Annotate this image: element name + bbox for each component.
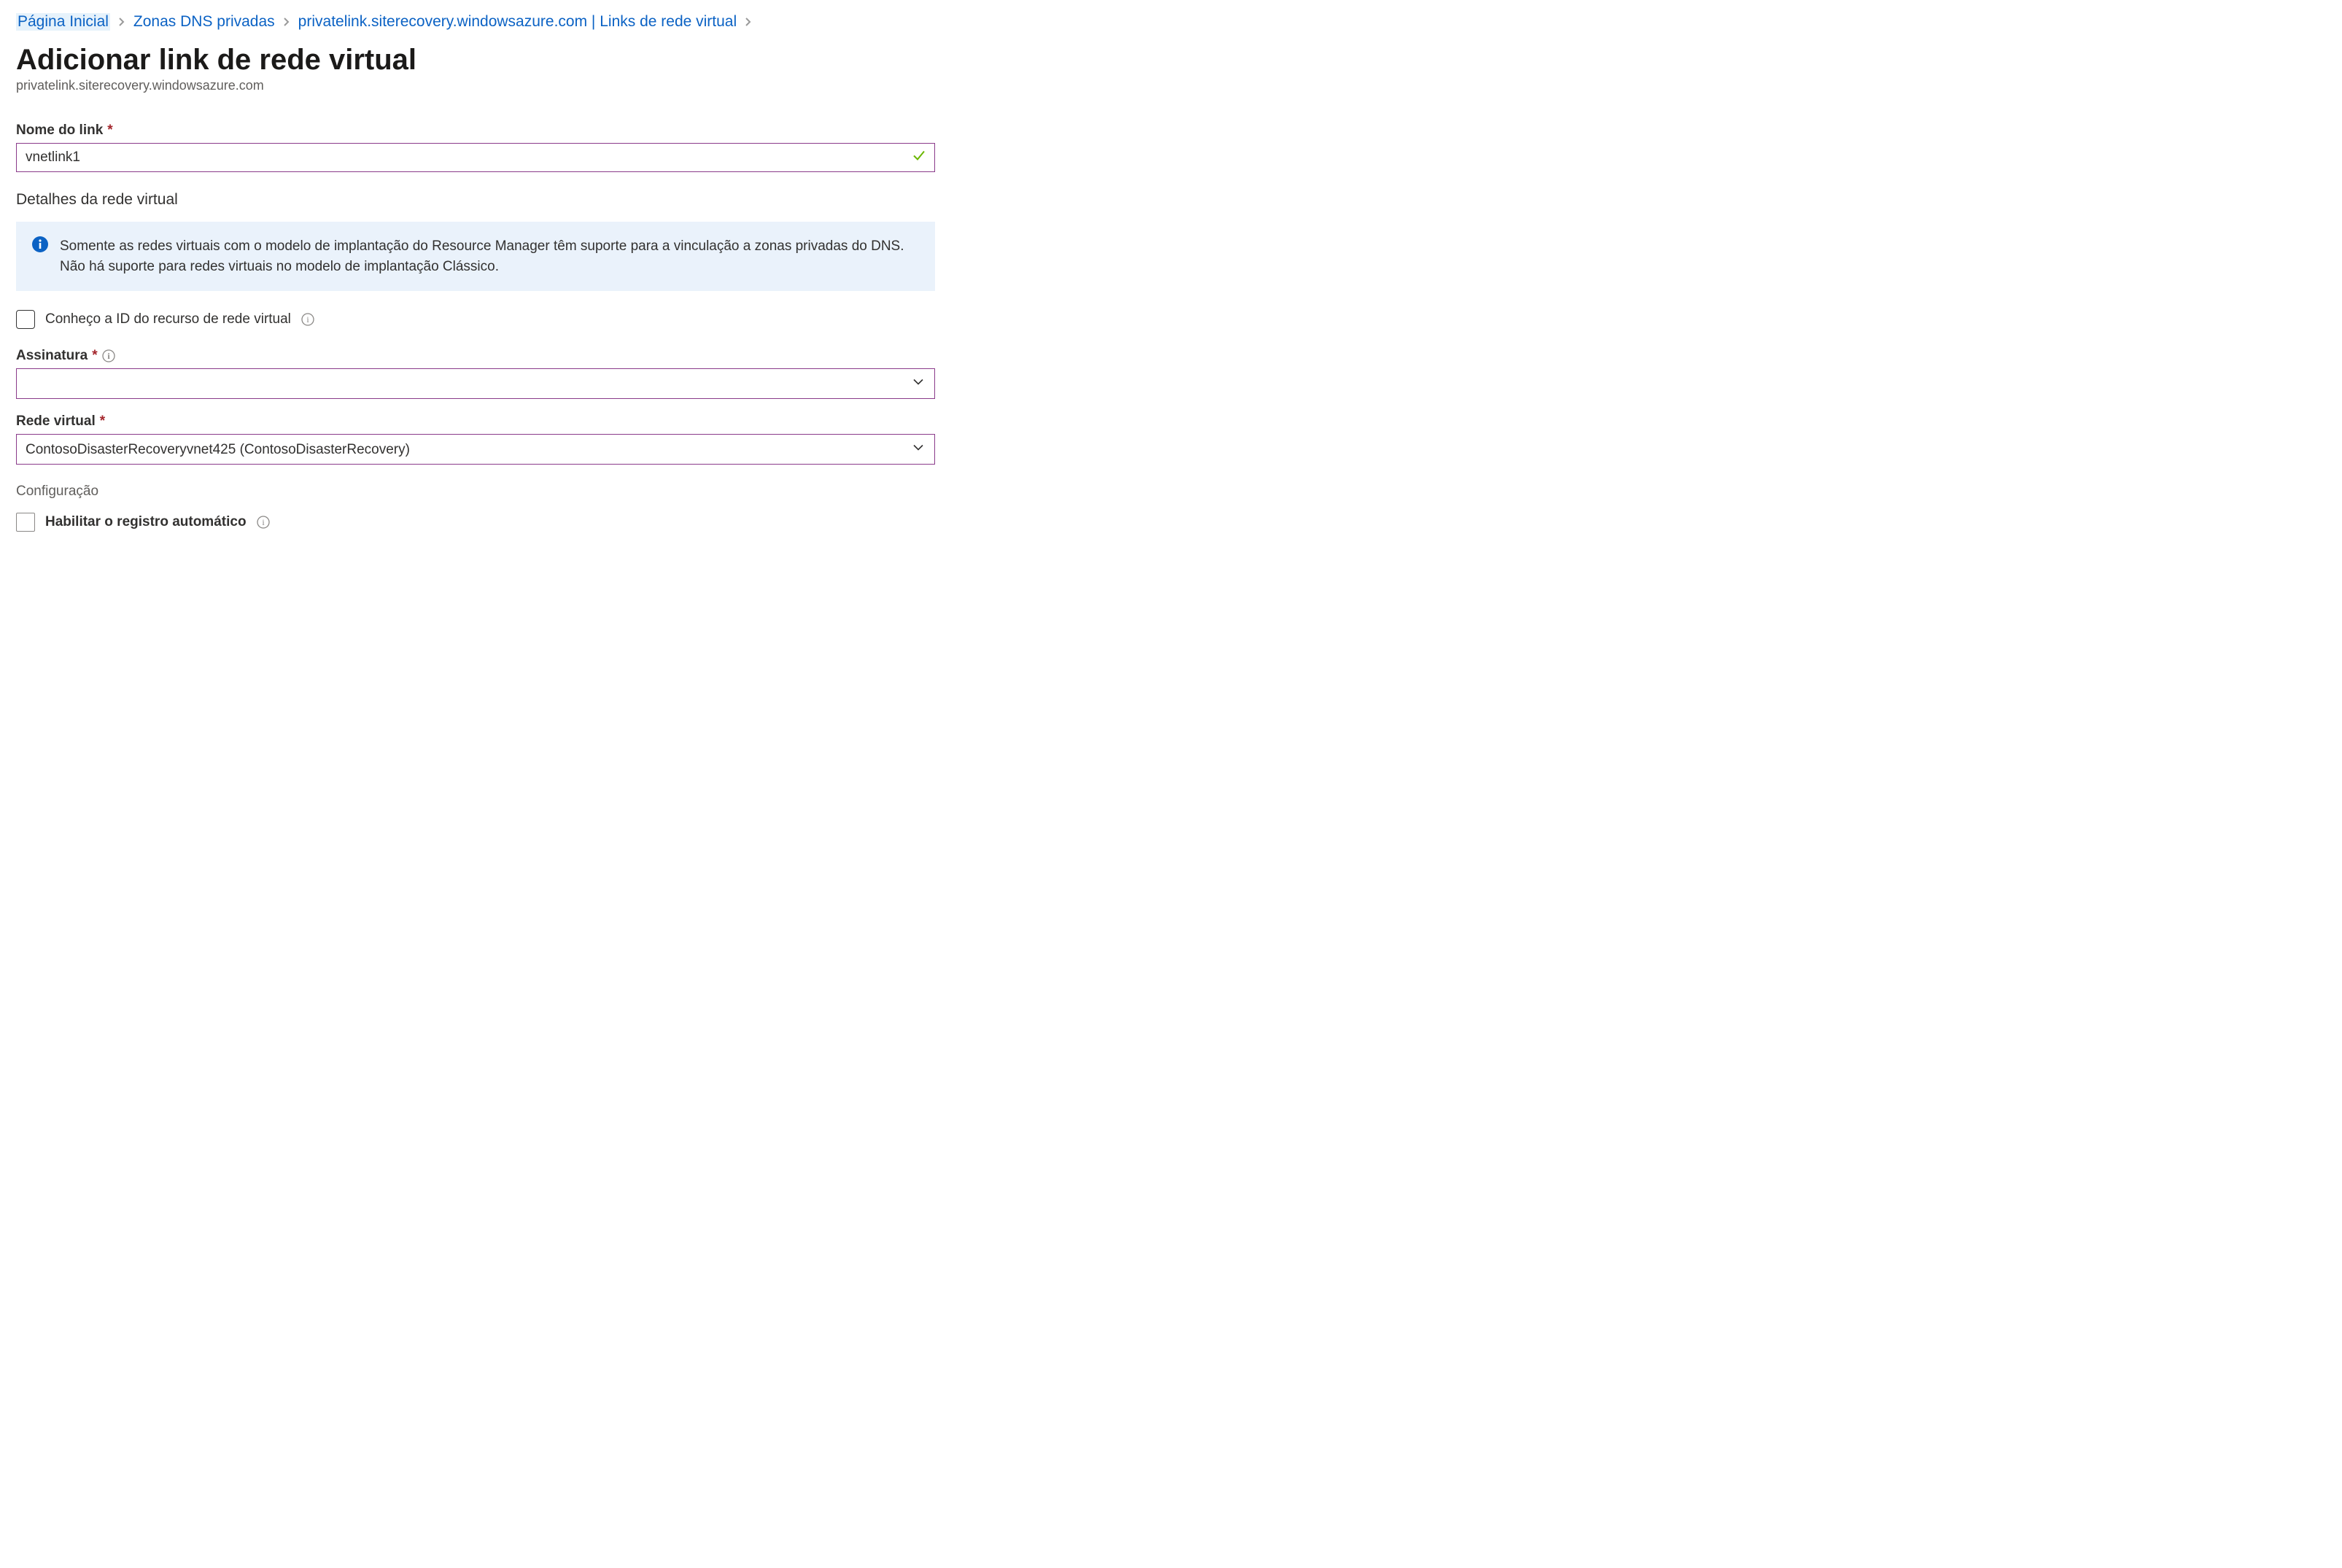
svg-text:i: i [107, 351, 110, 361]
page-title: Adicionar link de rede virtual [16, 44, 935, 77]
info-banner: Somente as redes virtuais com o modelo d… [16, 222, 935, 291]
info-banner-text: Somente as redes virtuais com o modelo d… [60, 236, 919, 276]
know-resource-id-label: Conheço a ID do recurso de rede virtual [45, 311, 291, 327]
svg-text:i: i [306, 314, 309, 325]
chevron-right-icon [744, 13, 753, 31]
breadcrumb-home[interactable]: Página Inicial [16, 13, 110, 31]
virtual-network-select[interactable]: ContosoDisasterRecoveryvnet425 (ContosoD… [16, 434, 935, 465]
checkmark-icon [912, 149, 926, 167]
breadcrumb-resource[interactable]: privatelink.siterecovery.windowsazure.co… [298, 13, 737, 31]
help-icon[interactable]: i [102, 349, 115, 362]
enable-auto-registration-label: Habilitar o registro automático [45, 514, 247, 530]
enable-auto-registration-checkbox[interactable] [16, 513, 35, 532]
know-resource-id-checkbox[interactable] [16, 310, 35, 329]
svg-text:i: i [262, 517, 265, 527]
info-icon [32, 236, 48, 276]
subscription-label: Assinatura* i [16, 348, 935, 364]
chevron-right-icon [117, 13, 126, 31]
subscription-select[interactable] [16, 368, 935, 399]
link-name-label: Nome do link* [16, 123, 935, 139]
link-name-input[interactable] [16, 143, 935, 172]
vnet-details-heading: Detalhes da rede virtual [16, 191, 935, 209]
page-subtitle: privatelink.siterecovery.windowsazure.co… [16, 78, 935, 93]
breadcrumb: Página Inicial Zonas DNS privadas privat… [16, 13, 935, 31]
configuration-heading: Configuração [16, 484, 935, 500]
breadcrumb-zones[interactable]: Zonas DNS privadas [133, 13, 275, 31]
help-icon[interactable]: i [257, 516, 270, 529]
help-icon[interactable]: i [301, 313, 314, 326]
chevron-right-icon [282, 13, 291, 31]
virtual-network-label: Rede virtual* [16, 414, 935, 430]
